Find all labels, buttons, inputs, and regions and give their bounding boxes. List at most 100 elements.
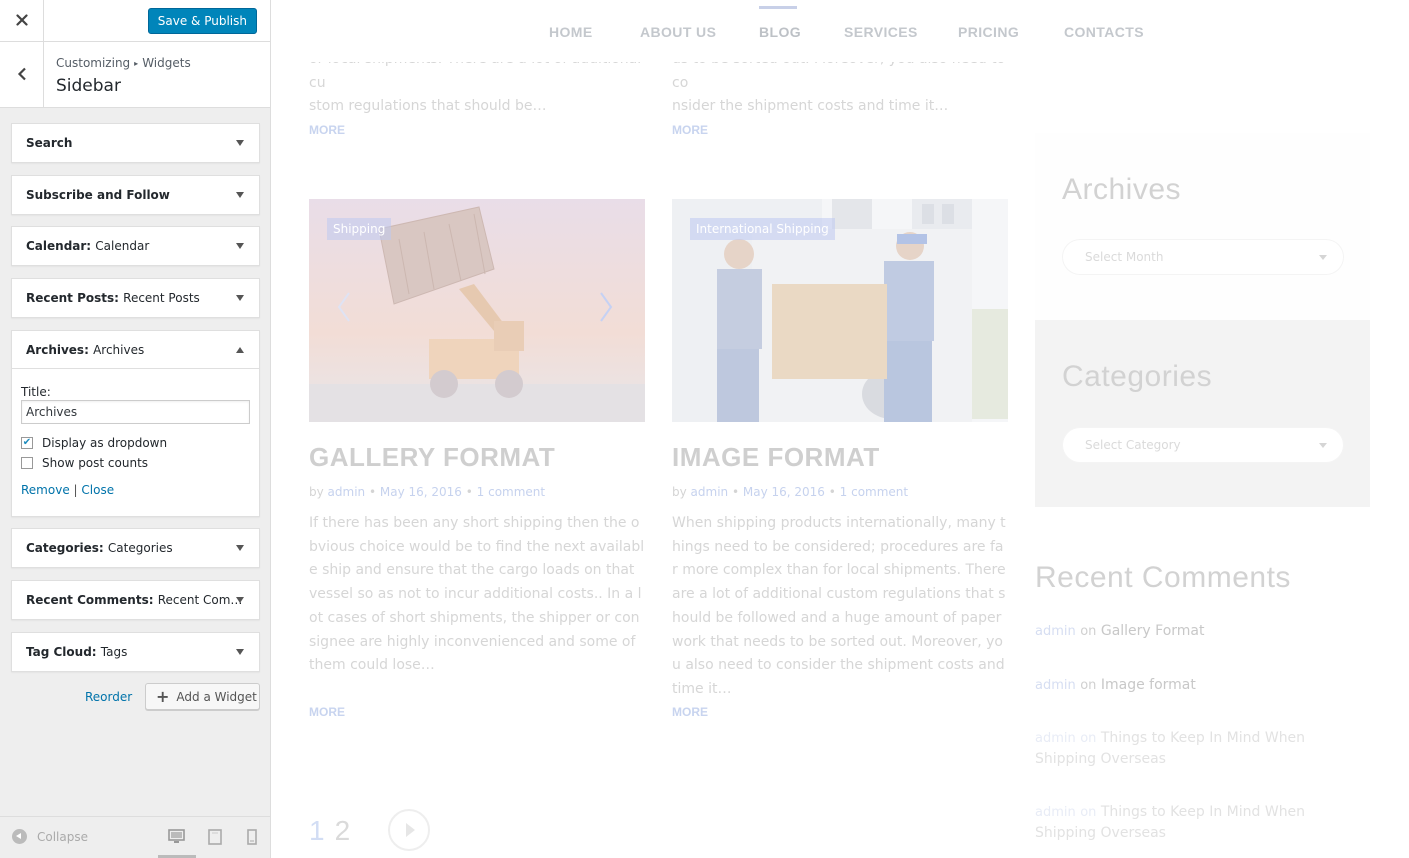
dropdown-caret-icon (1319, 255, 1327, 260)
widget-tag-cloud[interactable]: Tag Cloud: Tags (11, 632, 260, 672)
breadcrumb-separator: ▸ (134, 59, 139, 68)
expand-arrow-icon[interactable] (236, 597, 244, 603)
widget-categories[interactable]: Categories: Categories (11, 528, 260, 568)
categories-widget-preview: Categories Select Category (1035, 320, 1370, 507)
title-label: Title: (21, 385, 51, 399)
post-date-link[interactable]: May 16, 2016 (380, 485, 462, 499)
collapse-icon (12, 829, 27, 844)
collapse-button[interactable]: Collapse (12, 829, 88, 844)
breadcrumb-item: Customizing (56, 56, 131, 70)
slider-next-icon[interactable] (599, 291, 613, 326)
reorder-link[interactable]: Reorder (85, 690, 132, 704)
more-link[interactable]: MORE (309, 123, 345, 137)
categories-heading: Categories (1062, 360, 1213, 393)
expand-arrow-icon[interactable] (236, 649, 244, 655)
archives-select[interactable]: Select Month (1063, 240, 1343, 274)
post-author-link[interactable]: admin (691, 485, 729, 499)
collapse-label: Collapse (37, 829, 88, 844)
title-input[interactable] (21, 400, 250, 424)
display-dropdown-row: ✔ Display as dropdown (21, 436, 250, 450)
display-dropdown-checkbox[interactable]: ✔ (21, 437, 33, 449)
next-page-icon[interactable] (388, 809, 430, 851)
widget-archives-header[interactable]: Archives: Archives (12, 331, 259, 369)
customizer-panel: Save & Publish Customizing ▸ Widgets Sideb… (0, 0, 271, 858)
widget-title: Search (26, 136, 73, 150)
widget-title: Calendar: Calendar (26, 239, 150, 253)
post-comments-link[interactable]: 1 comment (477, 485, 545, 499)
tablet-preview-icon[interactable] (208, 829, 222, 848)
post-comments-link[interactable]: 1 comment (840, 485, 908, 499)
widget-title: Categories: Categories (26, 541, 173, 555)
expand-arrow-icon[interactable] (236, 192, 244, 198)
more-link[interactable]: MORE (309, 705, 345, 719)
nav-services[interactable]: SERVICES (844, 24, 918, 40)
widget-archives: Archives: Archives Title: ✔ Display as d… (11, 330, 260, 517)
categories-select[interactable]: Select Category (1063, 428, 1343, 462)
nav-pricing[interactable]: PRICING (958, 24, 1019, 40)
page-link-1[interactable]: 1 (309, 815, 325, 846)
widget-archives-form: Title: ✔ Display as dropdown Show post c… (12, 369, 259, 507)
widget-title: Recent Comments: Recent Com… (26, 593, 243, 607)
archives-heading: Archives (1062, 173, 1182, 206)
expand-arrow-icon[interactable] (236, 140, 244, 146)
comment-post-link[interactable]: Gallery Format (1101, 623, 1205, 639)
site-preview: or local shipments. There are a lot of a… (271, 0, 1409, 858)
expand-arrow-icon[interactable] (236, 295, 244, 301)
post-excerpt: If there has been any short shipping the… (309, 515, 645, 674)
comment-post-link[interactable]: Image format (1101, 677, 1196, 693)
comment-post-link[interactable]: Things to Keep In Mind When Shipping Ove… (1035, 730, 1305, 767)
post-title[interactable]: IMAGE FORMAT (672, 442, 880, 473)
widget-title: Subscribe and Follow (26, 188, 170, 202)
add-widget-button[interactable]: + Add a Widget (145, 683, 260, 710)
more-link[interactable]: MORE (672, 123, 708, 137)
nav-home[interactable]: HOME (549, 24, 593, 40)
archives-widget-preview: Archives Select Month (1035, 133, 1370, 320)
expand-arrow-icon[interactable] (236, 545, 244, 551)
back-button[interactable] (0, 42, 44, 108)
plus-icon: + (156, 686, 170, 706)
widget-recent-posts[interactable]: Recent Posts: Recent Posts (11, 278, 260, 318)
widget-subscribe-follow[interactable]: Subscribe and Follow (11, 175, 260, 215)
category-badge[interactable]: International Shipping (690, 218, 835, 240)
site-navigation: HOME ABOUT US BLOG SERVICES PRICING CONT… (271, 0, 1409, 62)
post-date-link[interactable]: May 16, 2016 (743, 485, 825, 499)
display-dropdown-label: Display as dropdown (42, 436, 168, 450)
expand-arrow-icon[interactable] (236, 243, 244, 249)
desktop-preview-icon[interactable] (168, 829, 185, 847)
section-header: Customizing ▸ Widgets Sidebar (0, 42, 270, 108)
close-icon (15, 13, 28, 29)
more-link[interactable]: MORE (672, 705, 708, 719)
recent-comment-item: admin on Image format (1035, 677, 1196, 693)
breadcrumb: Customizing ▸ Widgets (56, 56, 191, 70)
show-counts-label: Show post counts (42, 456, 149, 470)
post-author-link[interactable]: admin (328, 485, 366, 499)
close-customizer-button[interactable] (0, 0, 44, 42)
page-link-2[interactable]: 2 (335, 815, 351, 846)
show-counts-checkbox[interactable] (21, 457, 33, 469)
nav-about-us[interactable]: ABOUT US (640, 24, 716, 40)
dropdown-caret-icon (1319, 443, 1327, 448)
remove-link[interactable]: Remove (21, 483, 70, 497)
collapse-arrow-icon[interactable] (236, 347, 244, 353)
mobile-preview-icon[interactable] (247, 829, 257, 848)
breadcrumb-item: Widgets (142, 56, 191, 70)
post-title[interactable]: GALLERY FORMAT (309, 442, 555, 473)
widget-recent-comments[interactable]: Recent Comments: Recent Com… (11, 580, 260, 620)
category-badge[interactable]: Shipping (327, 218, 392, 240)
widget-title: Archives: Archives (26, 343, 145, 357)
widget-actions: Remove | Close (21, 483, 250, 497)
widget-title: Recent Posts: Recent Posts (26, 291, 200, 305)
recent-comment-item: admin on Things to Keep In Mind When Shi… (1035, 730, 1306, 767)
chevron-left-icon (17, 67, 27, 84)
save-publish-button[interactable]: Save & Publish (147, 8, 257, 34)
recent-comments-heading: Recent Comments (1035, 561, 1291, 594)
nav-blog[interactable]: BLOG (759, 24, 801, 40)
nav-contacts[interactable]: CONTACTS (1064, 24, 1144, 40)
widget-calendar[interactable]: Calendar: Calendar (11, 226, 260, 266)
slider-prev-icon[interactable] (337, 291, 351, 326)
customizer-header: Save & Publish (0, 0, 270, 42)
close-link[interactable]: Close (81, 483, 114, 497)
customizer-footer: Collapse (0, 816, 270, 858)
comment-post-link[interactable]: Things to Keep In Mind When Shipping Ove… (1035, 804, 1305, 841)
widget-search[interactable]: Search (11, 123, 260, 163)
